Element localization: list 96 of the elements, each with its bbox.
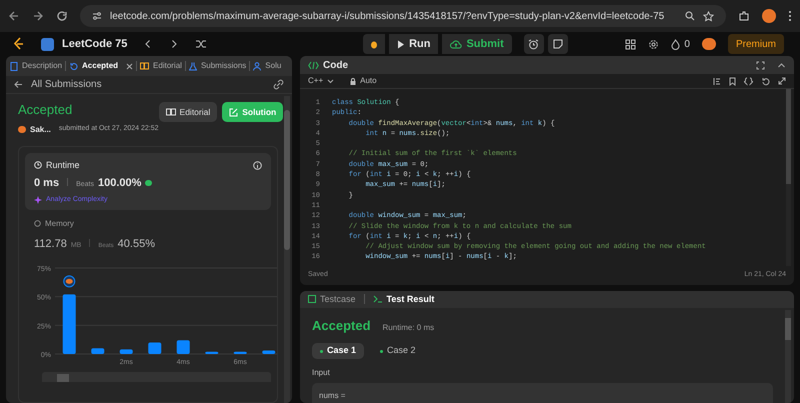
- book-icon: [140, 62, 150, 70]
- chart-bar[interactable]: [176, 340, 190, 354]
- panel-tab[interactable]: Test Result: [372, 292, 434, 306]
- scrollbar[interactable]: [786, 89, 791, 266]
- panel-block: [57, 374, 69, 382]
- forward-icon[interactable]: [32, 10, 44, 22]
- extension-icon[interactable]: [738, 10, 750, 22]
- user-avatar: [18, 126, 26, 133]
- streak-count: 0: [684, 38, 690, 52]
- edit-icon: [229, 108, 238, 116]
- cloud-upload-icon: [450, 40, 462, 48]
- case-tab[interactable]: Case 2: [376, 343, 420, 359]
- runtime-title: Runtime: [46, 158, 80, 172]
- premium-button[interactable]: Premium: [728, 34, 784, 54]
- status-dot-icon: [320, 350, 323, 352]
- chart-bar[interactable]: [120, 349, 133, 354]
- panel-tab[interactable]: Solu: [253, 60, 282, 72]
- profile-avatar[interactable]: [762, 9, 776, 23]
- site-settings-icon[interactable]: [92, 11, 102, 21]
- panel-tab[interactable]: Accepted: [69, 60, 134, 72]
- runtime-beats: 100.00%: [98, 176, 142, 191]
- url-text: leetcode.com/problems/maximum-average-subarray-i/submissions/1435418157/?envType=study-plan-v2&envId=leetcode-75: [110, 10, 664, 24]
- layout-icon[interactable]: [625, 38, 636, 50]
- clock-icon: [34, 161, 42, 170]
- timer-button[interactable]: [524, 34, 544, 54]
- chart-bar[interactable]: [205, 352, 218, 354]
- panel-tab[interactable]: Description: [10, 60, 62, 72]
- chart-bar[interactable]: [91, 348, 104, 354]
- panel-tab[interactable]: Editorial: [140, 60, 182, 72]
- format-icon[interactable]: [713, 76, 721, 86]
- input-field[interactable]: nums =: [312, 383, 773, 403]
- run-button[interactable]: Run: [389, 34, 438, 54]
- chevron-down-icon[interactable]: [327, 78, 334, 84]
- user-avatar[interactable]: [702, 38, 716, 50]
- info-icon[interactable]: [253, 160, 262, 170]
- case-tab[interactable]: Case 1: [312, 343, 364, 359]
- close-icon[interactable]: [126, 62, 134, 70]
- expand-icon[interactable]: [778, 77, 786, 85]
- panel-tab[interactable]: Testcase: [308, 292, 356, 306]
- mode-label[interactable]: Auto: [360, 75, 377, 87]
- debug-button[interactable]: [363, 34, 386, 54]
- code-panel-title: Code: [323, 58, 348, 72]
- submission-status: Accepted: [18, 101, 74, 119]
- link-icon[interactable]: [273, 79, 284, 90]
- back-arrow-icon[interactable]: [14, 80, 23, 89]
- study-plan-title[interactable]: LeetCode 75: [62, 36, 128, 52]
- menu-icon[interactable]: [788, 10, 792, 22]
- reset-icon[interactable]: [761, 76, 770, 86]
- language-selector[interactable]: C++: [308, 75, 324, 87]
- maximize-icon[interactable]: [756, 60, 765, 70]
- runtime-value: 0 ms: [34, 176, 60, 191]
- braces-icon[interactable]: [744, 76, 753, 86]
- memory-title: Memory: [45, 218, 74, 230]
- result-runtime: Runtime: 0 ms: [382, 322, 434, 334]
- status-dot-icon: [380, 350, 384, 352]
- book-icon: [166, 108, 176, 116]
- chart-bar[interactable]: [148, 342, 162, 354]
- study-plan-icon: [41, 38, 54, 50]
- person-icon: [253, 62, 262, 70]
- alarm-icon: [528, 38, 540, 50]
- all-submissions-link[interactable]: All Submissions: [31, 77, 102, 92]
- panel-tab[interactable]: Submissions: [188, 60, 246, 72]
- play-icon: [397, 40, 406, 48]
- reload-icon[interactable]: [56, 10, 68, 22]
- settings-icon[interactable]: [648, 38, 660, 50]
- zoom-icon[interactable]: [685, 11, 695, 21]
- input-label: Input: [312, 367, 331, 379]
- memory-value: 112.78: [34, 236, 67, 252]
- user-marker-icon: [63, 275, 76, 288]
- next-icon[interactable]: [169, 39, 180, 49]
- lock-icon: [350, 78, 356, 84]
- note-icon: [552, 39, 563, 49]
- sparkle-icon: [34, 196, 42, 204]
- scrollbar[interactable]: [785, 310, 791, 403]
- editorial-button[interactable]: Editorial: [158, 102, 218, 122]
- memory-beats: 40.55%: [118, 236, 155, 252]
- document-icon: [10, 62, 18, 70]
- submit-button[interactable]: Submit: [442, 34, 512, 54]
- logo-icon[interactable]: [12, 37, 25, 51]
- flask-icon: [188, 62, 197, 70]
- collapse-icon[interactable]: [777, 60, 786, 70]
- star-icon[interactable]: [703, 10, 714, 22]
- back-icon[interactable]: [8, 10, 20, 22]
- notes-button[interactable]: [548, 34, 568, 54]
- result-status: Accepted: [312, 316, 371, 335]
- shuffle-icon[interactable]: [195, 39, 208, 49]
- history-icon: [69, 62, 78, 70]
- checkbox-icon: [308, 295, 316, 304]
- bookmark-icon[interactable]: [729, 76, 736, 86]
- code-icon: [308, 60, 319, 70]
- address-bar[interactable]: leetcode.com/problems/maximum-average-subarray-i/submissions/1435418157/?envType=study-plan-v2&envId=leetcode-75: [80, 5, 726, 27]
- scrollbar[interactable]: [284, 96, 290, 403]
- terminal-icon: [372, 295, 383, 304]
- chart-bar[interactable]: [234, 352, 247, 354]
- username[interactable]: Sak...: [30, 124, 51, 136]
- chart-bar[interactable]: [262, 350, 276, 354]
